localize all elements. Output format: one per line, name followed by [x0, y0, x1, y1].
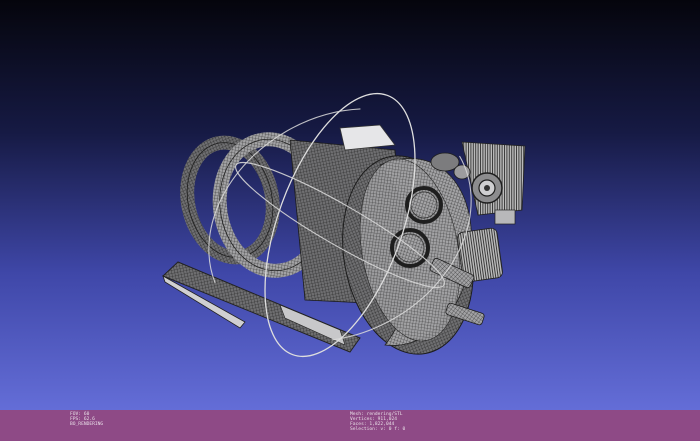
mesh-info: Mesh: rendering/STL Vertices: 911,024 Fa…: [350, 412, 405, 432]
3d-viewport[interactable]: FOV: 60 FPS: 62.6 BO_RENDERING Mesh: ren…: [0, 0, 700, 441]
status-bar: FOV: 60 FPS: 62.6 BO_RENDERING Mesh: ren…: [0, 410, 700, 441]
mesh-scene[interactable]: [0, 0, 700, 410]
selection-readout: Selection: v: 0 f: 0: [350, 427, 406, 432]
render-info: FOV: 60 FPS: 62.6 BO_RENDERING: [70, 412, 103, 427]
render-mode-readout: BO_RENDERING: [70, 422, 104, 427]
